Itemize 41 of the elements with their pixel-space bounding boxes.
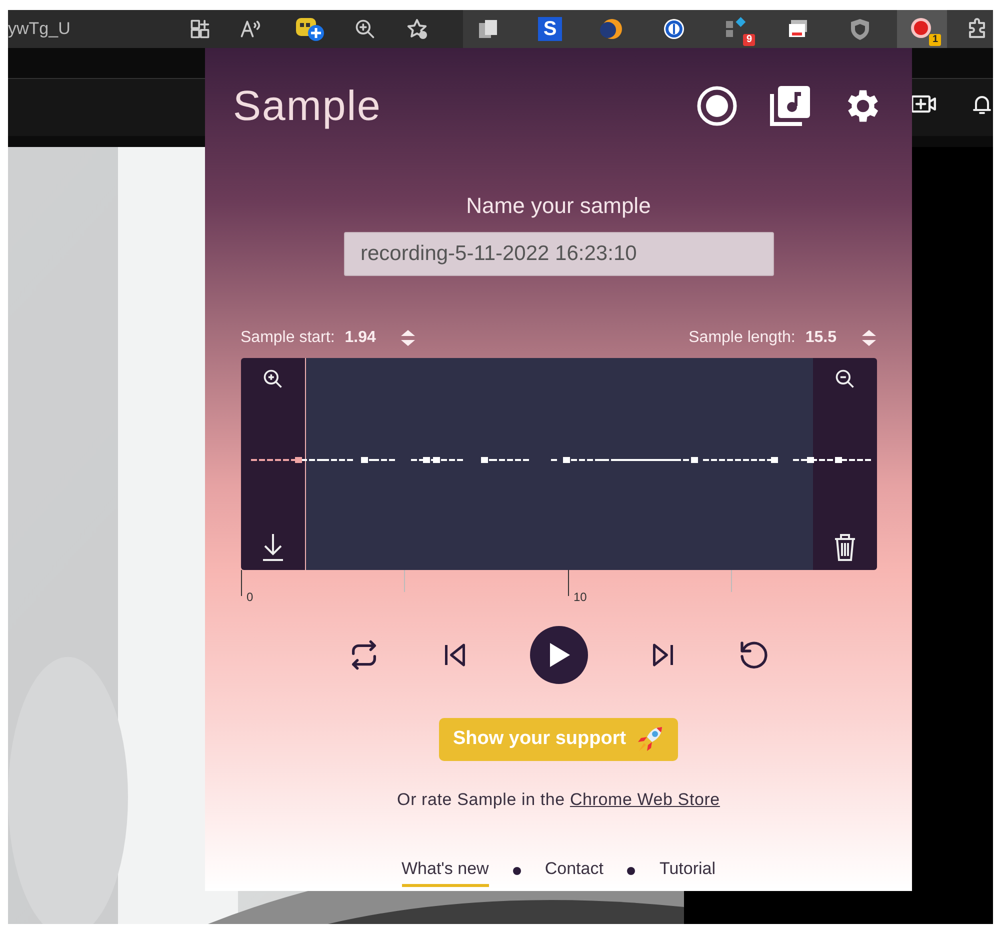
tick-label: 10 xyxy=(574,589,587,606)
separator-dot xyxy=(627,867,636,876)
library-button[interactable] xyxy=(768,84,812,128)
stepper-icon[interactable] xyxy=(860,329,876,347)
stepper-icon[interactable] xyxy=(400,329,416,347)
tick-label: 0 xyxy=(246,589,254,606)
download-button[interactable] xyxy=(260,532,284,562)
footer-link[interactable]: Tutorial xyxy=(659,856,716,886)
notification-badge: 9 xyxy=(743,34,755,46)
extension-icon[interactable] xyxy=(295,16,326,42)
field-label: Name your sample xyxy=(466,192,651,220)
favorite-add-icon[interactable] xyxy=(405,17,430,41)
zoom-out-button[interactable] xyxy=(834,368,856,390)
app-grid-icon[interactable] xyxy=(189,18,212,40)
app-title: Sample xyxy=(233,81,382,131)
separator-dot xyxy=(512,867,521,876)
notification-badge: 1 xyxy=(929,34,941,46)
address-text: ywTg_U xyxy=(8,18,70,40)
extension-button[interactable]: 9 xyxy=(711,10,761,48)
rating-prompt: Or rate Sample in the Chrome Web Store xyxy=(397,788,720,810)
rocket-icon xyxy=(636,725,664,754)
reset-button[interactable] xyxy=(738,639,770,671)
sample-name-field[interactable]: recording-5-11-2022 16:23:10 xyxy=(344,232,774,276)
documents-icon xyxy=(476,17,500,41)
ring-icon xyxy=(662,17,686,41)
moon-icon xyxy=(600,17,624,41)
web-store-link[interactable]: Chrome Web Store xyxy=(570,790,720,808)
zoom-in-button[interactable] xyxy=(262,368,284,390)
footer-link[interactable]: What's new xyxy=(402,856,489,886)
stepper-value: 15.5 xyxy=(805,328,836,348)
extension-button[interactable]: S xyxy=(525,10,575,48)
shield-icon xyxy=(849,17,871,41)
footer-link[interactable]: Contact xyxy=(544,856,604,886)
extension-button[interactable]: 1 xyxy=(897,10,947,48)
zoom-icon[interactable] xyxy=(354,18,376,40)
stepper-label: Sample length: xyxy=(688,328,796,348)
extension-logo: S xyxy=(538,17,562,41)
stepper-value: 1.94 xyxy=(344,328,376,348)
stepper-label: Sample start: xyxy=(240,328,335,348)
read-aloud-icon[interactable] xyxy=(238,18,262,40)
record-button[interactable] xyxy=(696,84,738,126)
